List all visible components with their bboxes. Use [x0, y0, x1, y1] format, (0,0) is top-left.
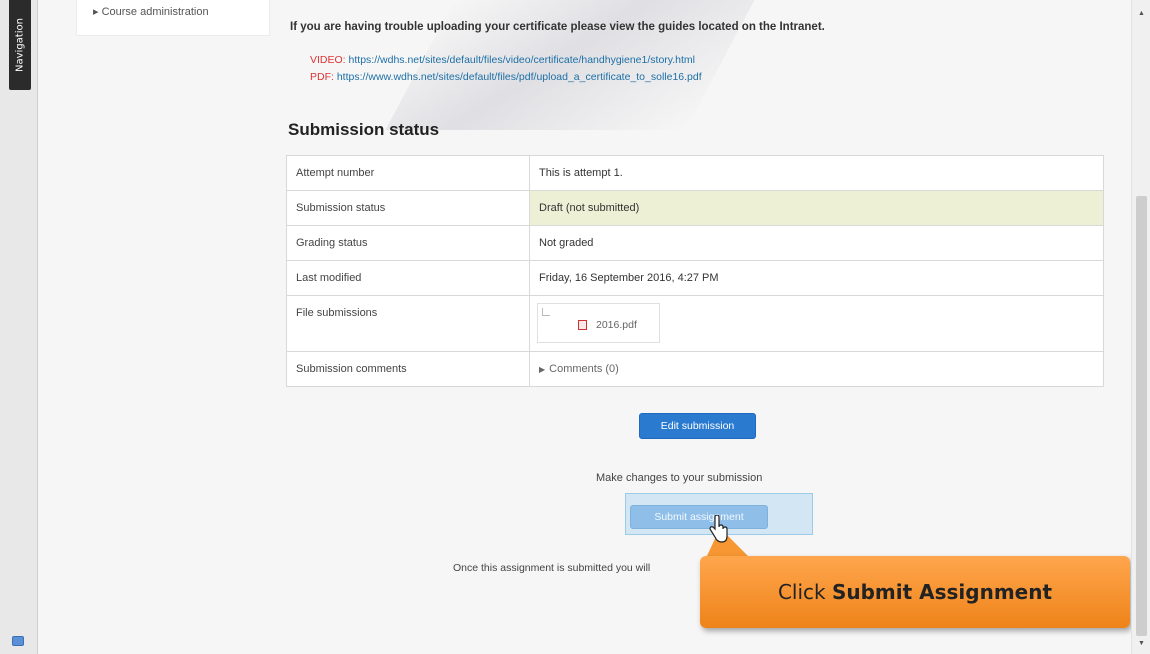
expand-triangle-icon[interactable]: ▶ — [539, 365, 545, 374]
table-row: Submission comments ▶ Comments (0) — [287, 351, 1103, 386]
submission-status-value: Draft (not submitted) — [530, 191, 1103, 225]
upload-help-text: If you are having trouble uploading your… — [290, 21, 825, 33]
last-modified-label: Last modified — [287, 261, 530, 295]
comments-toggle[interactable]: Comments (0) — [549, 363, 619, 375]
file-submissions-label: File submissions — [287, 296, 530, 351]
dock-icon[interactable] — [12, 636, 24, 646]
callout-emphasis: Submit Assignment — [831, 580, 1053, 604]
callout-prefix: Click — [777, 580, 832, 604]
page-title: Submission status — [288, 120, 440, 139]
file-tree: 2016.pdf — [537, 303, 660, 343]
pdf-file-icon — [578, 320, 587, 330]
pdf-guide-label: PDF: — [310, 71, 334, 83]
instruction-callout: Click Submit Assignment — [700, 556, 1130, 628]
attempt-number-value: This is attempt 1. — [539, 167, 623, 179]
course-administration-label[interactable]: ▸ Course administration — [93, 5, 209, 18]
navigation-tab[interactable]: Navigation — [9, 0, 31, 90]
scroll-up-icon[interactable]: ▲ — [1138, 10, 1145, 17]
pdf-guide-link[interactable]: https://www.wdhs.net/sites/default/files… — [337, 71, 702, 83]
pdf-guide-line: PDF: https://www.wdhs.net/sites/default/… — [310, 71, 702, 83]
submission-comments-value[interactable]: ▶ Comments (0) — [530, 352, 1103, 386]
scroll-thumb[interactable] — [1136, 196, 1147, 636]
grading-status-value: Not graded — [539, 237, 594, 249]
video-guide-link[interactable]: https://wdhs.net/sites/default/files/vid… — [349, 54, 696, 66]
table-row: Submission status Draft (not submitted) — [287, 190, 1103, 225]
table-row: Attempt number This is attempt 1. — [287, 156, 1103, 190]
vertical-scrollbar[interactable]: ▲ ▼ — [1131, 0, 1150, 654]
table-row: File submissions 2016.pdf — [287, 295, 1103, 351]
file-submissions-value: 2016.pdf — [530, 296, 1103, 351]
course-administration-block[interactable]: ▸ Course administration — [76, 0, 270, 36]
edit-submission-hint: Make changes to your submission — [596, 472, 763, 484]
edit-submission-button[interactable]: Edit submission — [639, 413, 756, 439]
video-guide-label: VIDEO: — [310, 54, 346, 66]
navigation-rail: Navigation — [0, 0, 38, 654]
navigation-tab-label: Navigation — [14, 18, 26, 72]
last-modified-value: Friday, 16 September 2016, 4:27 PM — [539, 272, 719, 284]
table-row: Grading status Not graded — [287, 225, 1103, 260]
submission-comments-label: Submission comments — [287, 352, 530, 386]
video-guide-line: VIDEO: https://wdhs.net/sites/default/fi… — [310, 54, 695, 66]
submission-status-table: Attempt number This is attempt 1. Submis… — [286, 155, 1104, 387]
callout-text: Click Submit Assignment — [700, 556, 1130, 628]
scroll-down-icon[interactable]: ▼ — [1138, 640, 1145, 647]
file-link[interactable]: 2016.pdf — [596, 319, 637, 331]
hand-cursor-icon — [709, 515, 728, 543]
submission-status-label: Submission status — [287, 191, 530, 225]
tree-corner-icon — [542, 308, 550, 316]
grading-status-label: Grading status — [287, 226, 530, 260]
attempt-number-label: Attempt number — [287, 156, 530, 190]
table-row: Last modified Friday, 16 September 2016,… — [287, 260, 1103, 295]
submit-hint: Once this assignment is submitted you wi… — [453, 562, 651, 574]
